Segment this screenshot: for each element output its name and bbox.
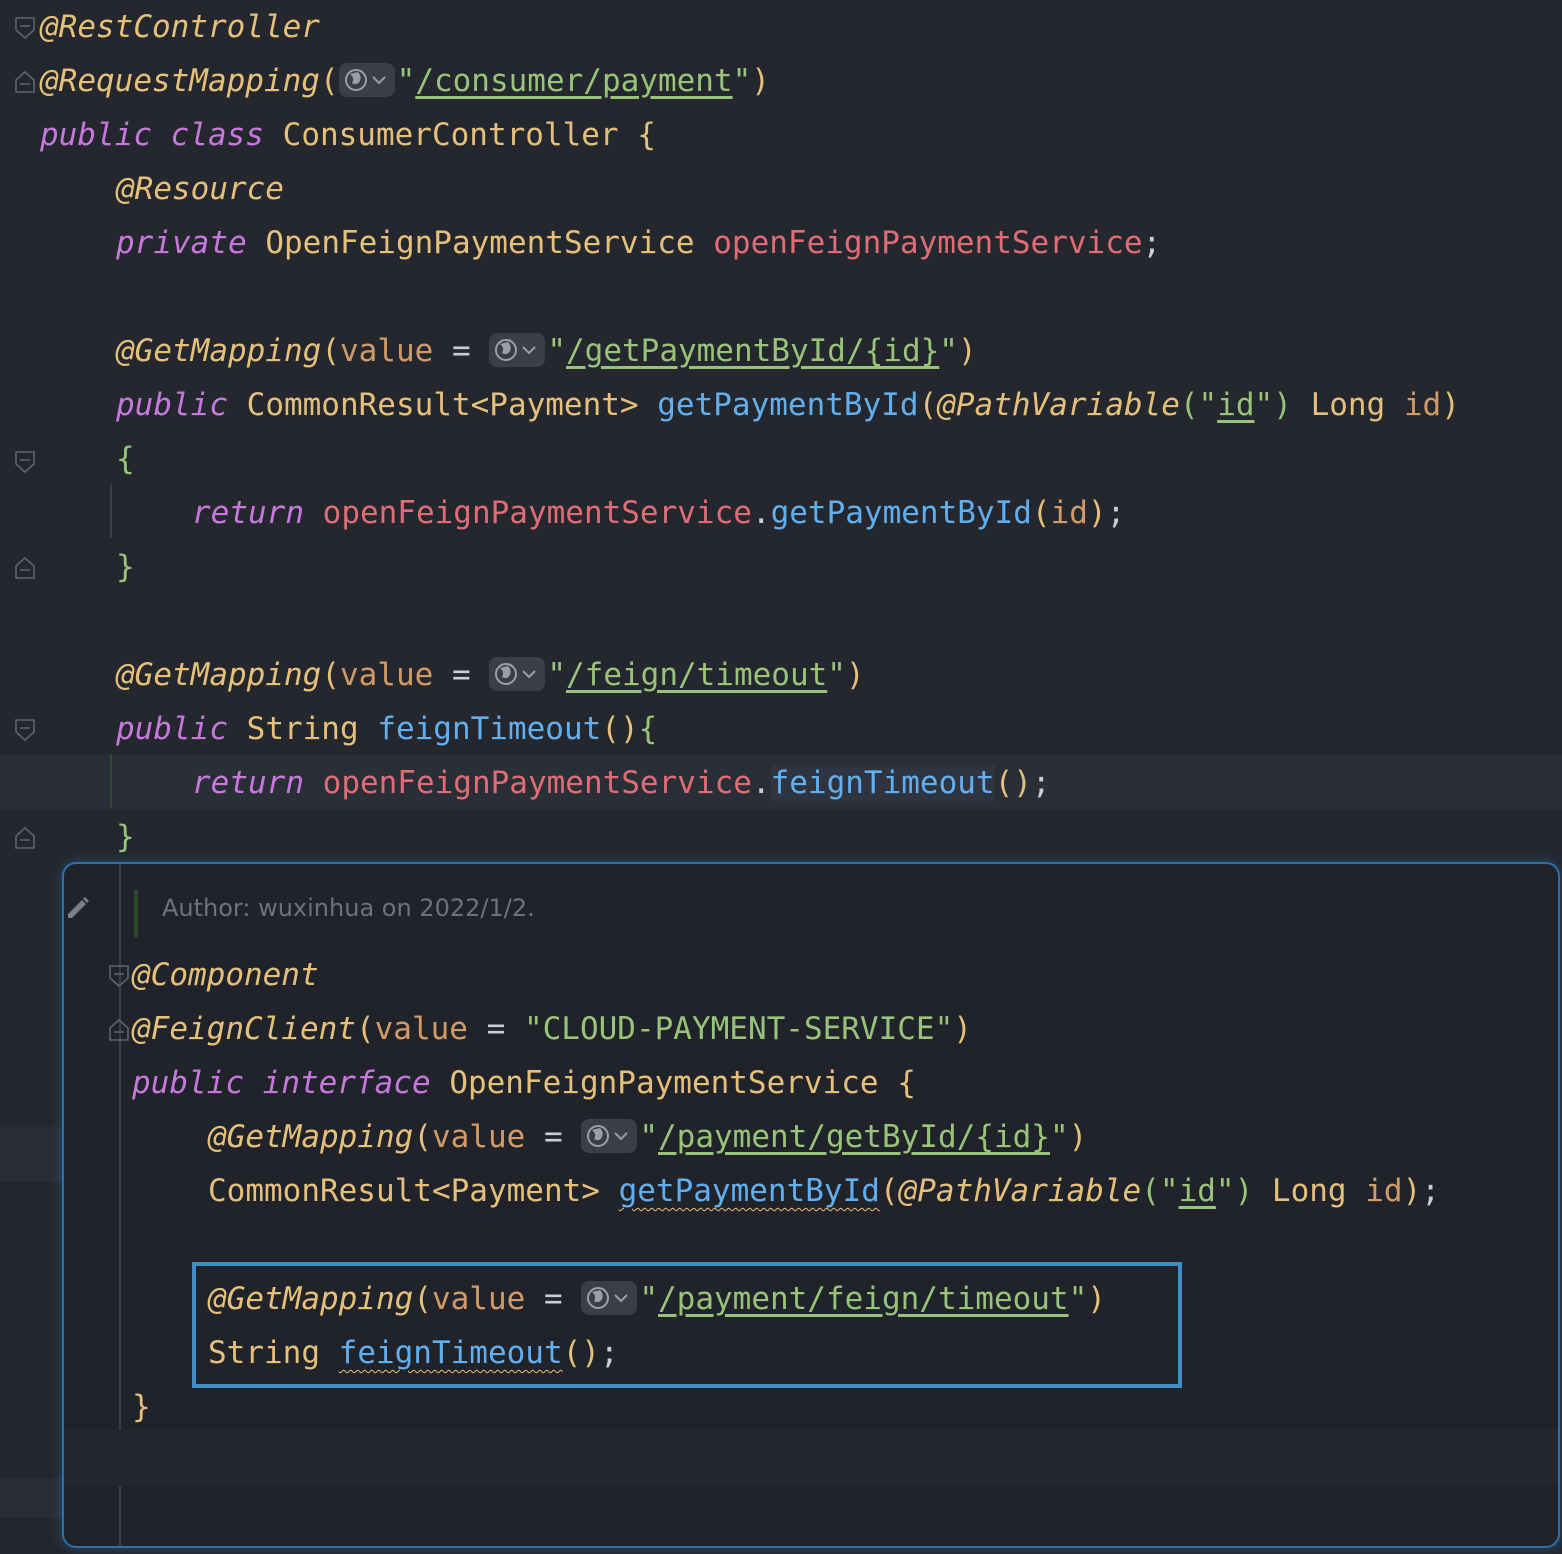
fold-arrow-icon[interactable] [14,718,36,742]
class-name: ConsumerController [282,117,619,153]
type-name: CommonResult<Payment> [208,1173,600,1209]
param-name: value [339,333,434,369]
url-link[interactable]: /getPaymentById/{id} [566,333,939,369]
annotation: @Resource [116,171,284,207]
code-line[interactable]: } [132,1380,151,1434]
code-line[interactable]: @Resource [116,162,284,216]
annotation: @PathVariable [937,387,1180,423]
url-link[interactable]: /feign/timeout [566,657,827,693]
annotation: @GetMapping [116,657,322,693]
code-line[interactable]: CommonResult<Payment> getPaymentById(@Pa… [208,1164,1440,1218]
param-name: value [339,657,434,693]
path-var: id [1178,1173,1216,1209]
selection-highlight-box [192,1262,1182,1388]
fold-arrow-icon[interactable] [14,826,36,850]
method-name: feignTimeout [377,711,602,747]
author-bar [134,890,138,938]
author-note: Author: wuxinhua on 2022/1/2. [162,894,535,922]
string-literal: "CLOUD-PAYMENT-SERVICE" [523,1011,954,1047]
code-line[interactable]: @Component [132,948,319,1002]
globe-icon[interactable] [489,656,546,691]
code-line[interactable]: } [116,540,135,594]
annotation: @GetMapping [116,333,322,369]
type-name: OpenFeignPaymentService [449,1065,879,1101]
fold-arrow-icon[interactable] [14,450,36,474]
code-line[interactable]: @GetMapping(value = "/getPaymentById/{id… [116,324,977,378]
annotation: @Component [132,957,319,993]
code-line[interactable]: } [116,810,135,864]
keyword: public [132,1065,244,1101]
annotation: @PathVariable [898,1173,1142,1209]
keyword: return [192,765,304,801]
param-name: id [1365,1173,1403,1209]
pencil-icon[interactable] [64,892,94,922]
code-line[interactable]: return openFeignPaymentService.feignTime… [192,756,1051,810]
code-editor[interactable]: @RestController @RequestMapping("/consum… [0,0,1562,1554]
globe-icon[interactable] [338,62,395,97]
gutter-shade [0,1478,62,1518]
method-name: getPaymentById [657,387,919,423]
code-line[interactable]: return openFeignPaymentService.getPaymen… [192,486,1125,540]
type-name: OpenFeignPaymentService [265,225,695,261]
keyword: public [116,711,228,747]
code-line[interactable]: @RequestMapping("/consumer/payment") [40,54,770,108]
quick-definition-popup[interactable]: Author: wuxinhua on 2022/1/2. @Component… [62,862,1560,1548]
fold-arrow-icon[interactable] [108,964,130,988]
param-name: id [1403,387,1442,423]
code-line[interactable]: @GetMapping(value = "/payment/getById/{i… [208,1110,1087,1164]
popup-empty-line [64,1430,1558,1486]
keyword: class [170,117,264,153]
param-name: value [374,1011,468,1047]
indent-guide [110,484,112,538]
globe-icon[interactable] [489,332,546,367]
field-name: openFeignPaymentService [713,225,1143,261]
field-name: openFeignPaymentService [322,765,752,801]
annotation: @GetMapping [208,1119,414,1155]
code-line[interactable]: public String feignTimeout(){ [116,702,657,756]
type-name: String [246,711,359,747]
path-var: id [1217,387,1255,423]
annotation: @FeignClient [132,1011,356,1047]
type-name: Long [1271,1173,1347,1209]
code-line[interactable]: public CommonResult<Payment> getPaymentB… [116,378,1460,432]
keyword: public [116,387,228,423]
keyword: return [192,495,304,531]
method-name: getPaymentById [770,495,1032,531]
code-line[interactable]: @FeignClient(value = "CLOUD-PAYMENT-SERV… [132,1002,972,1056]
fold-arrow-icon[interactable] [14,70,36,94]
field-name: openFeignPaymentService [322,495,752,531]
code-line[interactable]: public interface OpenFeignPaymentService… [132,1056,916,1110]
method-name: feignTimeout [770,765,995,801]
gutter-shade [0,1127,62,1182]
code-line[interactable]: { [116,432,135,486]
annotation: @RequestMapping [40,63,320,99]
keyword: private [116,225,247,261]
fold-arrow-icon[interactable] [14,556,36,580]
type-name: CommonResult<Payment> [246,387,639,423]
fold-arrow-icon[interactable] [14,16,36,40]
code-line[interactable]: @RestController [40,0,320,54]
url-link[interactable]: /consumer/payment [415,63,732,99]
param-name: value [431,1119,526,1155]
code-line[interactable]: public class ConsumerController { [40,108,656,162]
type-name: Long [1310,387,1386,423]
fold-arrow-icon[interactable] [108,1018,130,1042]
indent-guide [110,754,112,808]
globe-icon[interactable] [581,1118,638,1153]
param-name: id [1050,495,1088,531]
code-line[interactable]: private OpenFeignPaymentService openFeig… [116,216,1161,270]
code-line[interactable]: @GetMapping(value = "/feign/timeout") [116,648,865,702]
keyword: interface [262,1065,431,1101]
keyword: public [40,117,152,153]
annotation: @RestController [40,9,320,45]
method-name: getPaymentById [618,1173,880,1209]
url-link[interactable]: /payment/getById/{id} [658,1119,1050,1155]
